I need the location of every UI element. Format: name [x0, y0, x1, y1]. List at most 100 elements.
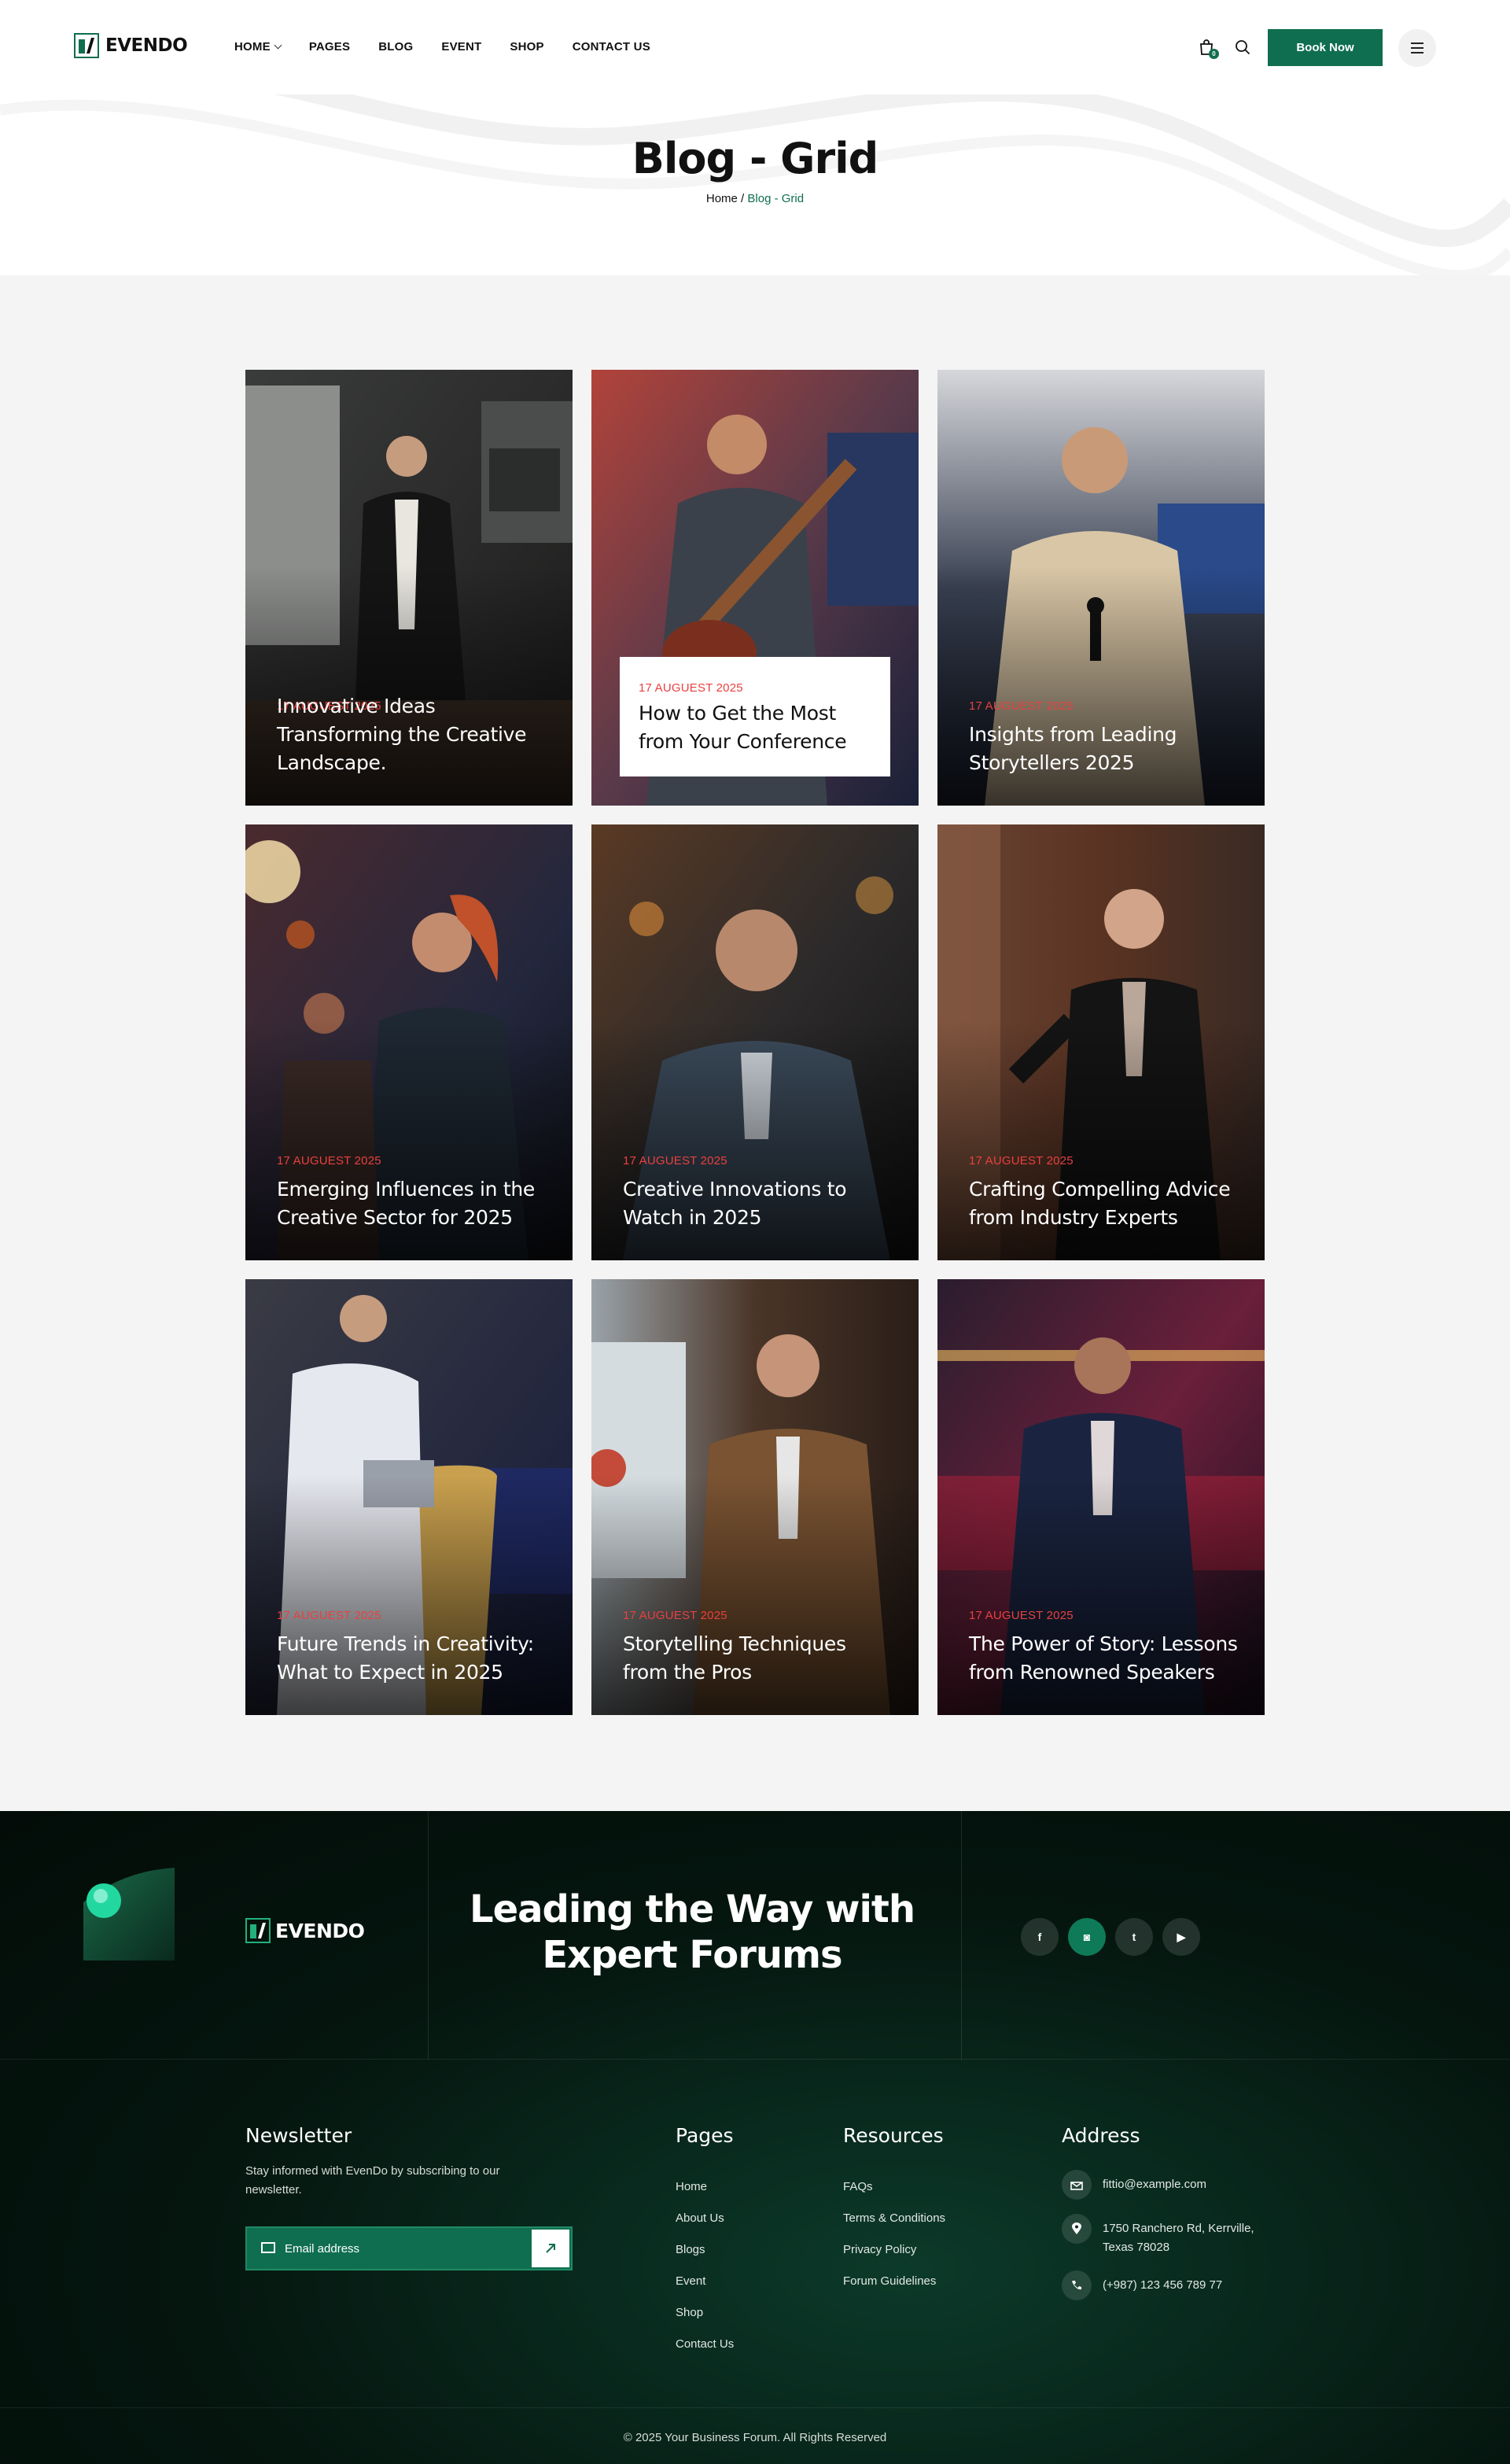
nav-home-label: HOME — [234, 40, 271, 53]
blog-card[interactable]: 17 AUGUEST 2025 Insights from Leading St… — [937, 370, 1265, 806]
post-date: 17 AUGUEST 2025 — [969, 1609, 1074, 1622]
street-line-1: 1750 Ranchero Rd, Kerrville, — [1103, 2222, 1254, 2235]
footer-headline: Leading the Way with Expert Forums — [440, 1887, 944, 1978]
cart-button[interactable]: 0 — [1195, 36, 1219, 59]
post-date: 17 AUGUEST 2025 — [639, 681, 743, 695]
nav-shop[interactable]: SHOP — [510, 40, 543, 53]
logo-text: EVENDO — [105, 35, 188, 56]
pages-title: Pages — [676, 2124, 734, 2147]
post-date: 17 AUGUEST 2025 — [623, 1154, 727, 1167]
post-title[interactable]: Future Trends in Creativity: What to Exp… — [277, 1630, 549, 1687]
footer-link-contact[interactable]: Contact Us — [676, 2329, 734, 2360]
nav-pages[interactable]: PAGES — [309, 40, 350, 53]
post-date: 17 AUGUEST 2025 — [969, 1154, 1074, 1167]
blog-card[interactable]: 17 AUGUEST 2025 Innovative Ideas Transfo… — [245, 370, 573, 806]
copyright-text: © 2025 Your Business Forum. All Rights R… — [623, 2431, 887, 2444]
newsletter-form — [245, 2226, 573, 2270]
address-street: 1750 Ranchero Rd, Kerrville, Texas 78028 — [1062, 2214, 1254, 2257]
phone-text[interactable]: (+987) 123 456 789 77 — [1103, 2270, 1222, 2295]
address-phone: (+987) 123 456 789 77 — [1062, 2270, 1222, 2300]
blog-card[interactable]: 17 AUGUEST 2025 How to Get the Most from… — [591, 370, 919, 806]
post-title[interactable]: Storytelling Techniques from the Pros — [623, 1630, 895, 1687]
post-title[interactable]: Creative Innovations to Watch in 2025 — [623, 1175, 895, 1232]
instagram-icon[interactable]: ◙ — [1068, 1918, 1106, 1956]
footer-link-faqs[interactable]: FAQs — [843, 2171, 945, 2203]
hamburger-menu-icon[interactable] — [1398, 29, 1436, 67]
footer-logo[interactable]: EVENDO — [245, 1918, 365, 1943]
footer-logo-text: EVENDO — [275, 1919, 365, 1942]
footer-bottom-divider — [0, 2407, 1510, 2408]
decorative-3d-shape — [83, 1868, 175, 1961]
nav-blog[interactable]: BLOG — [378, 40, 413, 53]
newsletter-text: Stay informed with EvenDo by subscribing… — [245, 2164, 500, 2197]
footer-link-about[interactable]: About Us — [676, 2203, 734, 2234]
post-title[interactable]: Insights from Leading Storytellers 2025 — [969, 721, 1241, 777]
post-date: 17 AUGUEST 2025 — [277, 1154, 381, 1167]
page-hero: Blog - Grid Home / Blog - Grid — [0, 94, 1510, 275]
breadcrumb-home[interactable]: Home — [706, 192, 738, 205]
blog-card[interactable]: 17 AUGUEST 2025 Future Trends in Creativ… — [245, 1279, 573, 1715]
footer-link-blogs[interactable]: Blogs — [676, 2234, 734, 2266]
breadcrumb-current: Blog - Grid — [747, 192, 805, 205]
post-caption-box: 17 AUGUEST 2025 How to Get the Most from… — [620, 657, 890, 776]
blog-card[interactable]: 17 AUGUEST 2025 Creative Innovations to … — [591, 824, 919, 1260]
footer-link-event[interactable]: Event — [676, 2266, 734, 2297]
footer-link-privacy[interactable]: Privacy Policy — [843, 2234, 945, 2266]
address-title: Address — [1062, 2124, 1140, 2147]
pages-links: Home About Us Blogs Event Shop Contact U… — [676, 2171, 734, 2360]
facebook-icon[interactable]: f — [1021, 1918, 1059, 1956]
cart-count-badge: 0 — [1209, 49, 1219, 59]
nav-contact[interactable]: CONTACT US — [573, 40, 650, 53]
email-icon — [1062, 2170, 1092, 2200]
logo-icon — [245, 1918, 271, 1943]
footer-link-shop[interactable]: Shop — [676, 2297, 734, 2329]
chevron-down-icon — [274, 41, 282, 50]
page-title: Blog - Grid — [632, 134, 879, 183]
footer-link-guidelines[interactable]: Forum Guidelines — [843, 2266, 945, 2297]
blog-card[interactable]: 17 AUGUEST 2025 Emerging Influences in t… — [245, 824, 573, 1260]
location-pin-icon — [1062, 2214, 1092, 2244]
nav-home[interactable]: HOME — [234, 40, 282, 53]
post-title[interactable]: Emerging Influences in the Creative Sect… — [277, 1175, 549, 1232]
breadcrumb-separator: / — [737, 192, 748, 205]
newsletter-title: Newsletter — [245, 2124, 352, 2147]
blog-grid: 17 AUGUEST 2025 Innovative Ideas Transfo… — [0, 275, 1510, 1811]
breadcrumb: Home / Blog - Grid — [0, 192, 1510, 205]
site-header: EVENDO HOME PAGES BLOG EVENT SHOP CONTAC… — [0, 0, 1510, 94]
email-text[interactable]: fittio@example.com — [1103, 2170, 1206, 2194]
post-date: 17 AUGUEST 2025 — [277, 1609, 381, 1622]
twitter-icon[interactable]: t — [1115, 1918, 1153, 1956]
footer-headline-line-1: Leading the Way with — [469, 1887, 915, 1931]
post-title[interactable]: Innovative Ideas Transforming the Creati… — [277, 692, 549, 777]
site-footer: EVENDO Leading the Way with Expert Forum… — [0, 1811, 1510, 2464]
resources-title: Resources — [843, 2124, 944, 2147]
post-title[interactable]: The Power of Story: Lessons from Renowne… — [969, 1630, 1241, 1687]
footer-divider — [428, 1811, 429, 2060]
post-date: 17 AUGUEST 2025 — [623, 1609, 727, 1622]
post-title[interactable]: Crafting Compelling Advice from Industry… — [969, 1175, 1241, 1232]
blog-card[interactable]: 17 AUGUEST 2025 The Power of Story: Less… — [937, 1279, 1265, 1715]
mail-icon — [261, 2242, 275, 2253]
search-button[interactable] — [1232, 36, 1254, 58]
address-email: fittio@example.com — [1062, 2170, 1206, 2200]
blog-card[interactable]: 17 AUGUEST 2025 Crafting Compelling Advi… — [937, 824, 1265, 1260]
youtube-icon[interactable]: ▶ — [1162, 1918, 1200, 1956]
street-line-2: Texas 78028 — [1103, 2241, 1170, 2254]
post-date: 17 AUGUEST 2025 — [969, 699, 1074, 713]
footer-link-terms[interactable]: Terms & Conditions — [843, 2203, 945, 2234]
street-text: 1750 Ranchero Rd, Kerrville, Texas 78028 — [1103, 2214, 1254, 2257]
book-now-button[interactable]: Book Now — [1268, 29, 1383, 66]
main-nav: HOME PAGES BLOG EVENT SHOP CONTACT US — [234, 40, 650, 53]
blog-card[interactable]: 17 AUGUEST 2025 Storytelling Techniques … — [591, 1279, 919, 1715]
resources-links: FAQs Terms & Conditions Privacy Policy F… — [843, 2171, 945, 2297]
arrow-up-right-icon — [546, 2244, 555, 2253]
nav-event[interactable]: EVENT — [441, 40, 481, 53]
footer-link-home[interactable]: Home — [676, 2171, 734, 2203]
subscribe-button[interactable] — [532, 2230, 569, 2267]
footer-divider — [961, 1811, 962, 2060]
decorative-swirl — [0, 94, 1510, 275]
post-title[interactable]: How to Get the Most from Your Conference — [639, 699, 878, 756]
logo[interactable]: EVENDO — [74, 33, 188, 58]
footer-headline-line-2: Expert Forums — [542, 1933, 842, 1977]
email-field[interactable] — [247, 2228, 532, 2269]
